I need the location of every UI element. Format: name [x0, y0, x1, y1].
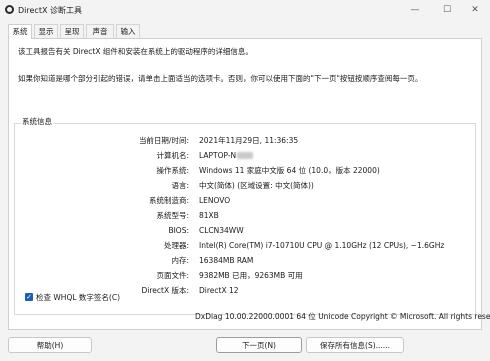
info-value: 9382MB 已用，9263MB 可用 — [199, 271, 303, 280]
info-label: 操作系统: — [156, 166, 189, 175]
description-text: 该工具报告有关 DirectX 组件和安装在系统上的驱动程序的详细信息。 — [18, 47, 253, 56]
save-all-info-button[interactable]: 保存所有信息(S)...... — [306, 337, 404, 353]
whql-label[interactable]: 检查 WHQL 数字签名(C) — [36, 292, 120, 303]
system-info-group: 系统信息 当前日期/时间: 2021年11月29日, 11:36:35 计算机名… — [14, 116, 476, 315]
system-info-title: 系统信息 — [21, 116, 53, 127]
info-label: 系统型号: — [156, 211, 189, 220]
tab-sound[interactable]: 声音 — [86, 24, 114, 38]
info-value: 2021年11月29日, 11:36:35 — [199, 136, 299, 145]
close-button[interactable]: ✕ — [460, 0, 490, 20]
info-row-computer-name: 计算机名: LAPTOP-N — [15, 150, 475, 161]
info-row-datetime: 当前日期/时间: 2021年11月29日, 11:36:35 — [15, 135, 475, 146]
info-label: BIOS: — [168, 226, 189, 235]
info-row-memory: 内存: 16384MB RAM — [15, 255, 475, 266]
info-label: DirectX 版本: — [141, 286, 189, 295]
info-value: Windows 11 家庭中文版 64 位 (10.0，版本 22000) — [199, 166, 380, 175]
info-label: 处理器: — [163, 241, 189, 250]
window-title: DirectX 诊断工具 — [18, 6, 82, 15]
maximize-button[interactable]: ☐ — [432, 0, 462, 20]
info-label: 内存: — [171, 256, 189, 265]
info-value: LENOVO — [199, 196, 231, 205]
info-value: 81XB — [199, 211, 219, 220]
info-row-model: 系统型号: 81XB — [15, 210, 475, 221]
system-tab-panel: 该工具报告有关 DirectX 组件和安装在系统上的驱动程序的详细信息。 如果你… — [8, 38, 482, 330]
instruction-text: 如果你知道是哪个部分引起的错误，请单击上面适当的选项卡。否则，你可以使用下面的"… — [18, 74, 423, 83]
info-label: 当前日期/时间: — [138, 136, 189, 145]
redaction-blur — [237, 152, 254, 159]
info-value: Intel(R) Core(TM) i7-10710U CPU @ 1.10GH… — [199, 241, 445, 250]
tab-input[interactable]: 输入 — [116, 24, 140, 38]
title-bar: DirectX 诊断工具 — ☐ ✕ — [0, 0, 490, 20]
info-label: 语言: — [171, 181, 189, 190]
info-value: CLCN34WW — [199, 226, 244, 235]
info-row-processor: 处理器: Intel(R) Core(TM) i7-10710U CPU @ 1… — [15, 240, 475, 251]
info-value: LAPTOP-N — [199, 151, 237, 160]
info-row-os: 操作系统: Windows 11 家庭中文版 64 位 (10.0，版本 220… — [15, 165, 475, 176]
info-row-manufacturer: 系统制造商: LENOVO — [15, 195, 475, 206]
info-value: 中文(简体) (区域设置: 中文(简体)) — [199, 181, 314, 190]
whql-checkbox[interactable]: ✓ — [25, 293, 33, 301]
info-label: 系统制造商: — [148, 196, 189, 205]
directx-app-icon — [5, 5, 14, 14]
info-value: 16384MB RAM — [199, 256, 254, 265]
info-label: 计算机名: — [156, 151, 189, 160]
next-page-button[interactable]: 下一页(N) — [216, 337, 302, 353]
tab-system[interactable]: 系统 — [8, 24, 32, 39]
tab-display[interactable]: 显示 — [34, 24, 58, 38]
info-label: 页面文件: — [156, 271, 189, 280]
info-row-page-file: 页面文件: 9382MB 已用，9263MB 可用 — [15, 270, 475, 281]
copyright-text: DxDiag 10.00.22000.0001 64 位 Unicode Cop… — [195, 312, 490, 321]
help-button[interactable]: 帮助(H) — [8, 337, 92, 353]
info-row-bios: BIOS: CLCN34WW — [15, 225, 475, 236]
info-value-wrap: LAPTOP-N — [199, 150, 254, 161]
info-row-language: 语言: 中文(简体) (区域设置: 中文(简体)) — [15, 180, 475, 191]
info-value: DirectX 12 — [199, 286, 239, 295]
tab-render[interactable]: 呈现 — [60, 24, 84, 38]
minimize-button[interactable]: — — [400, 0, 430, 20]
